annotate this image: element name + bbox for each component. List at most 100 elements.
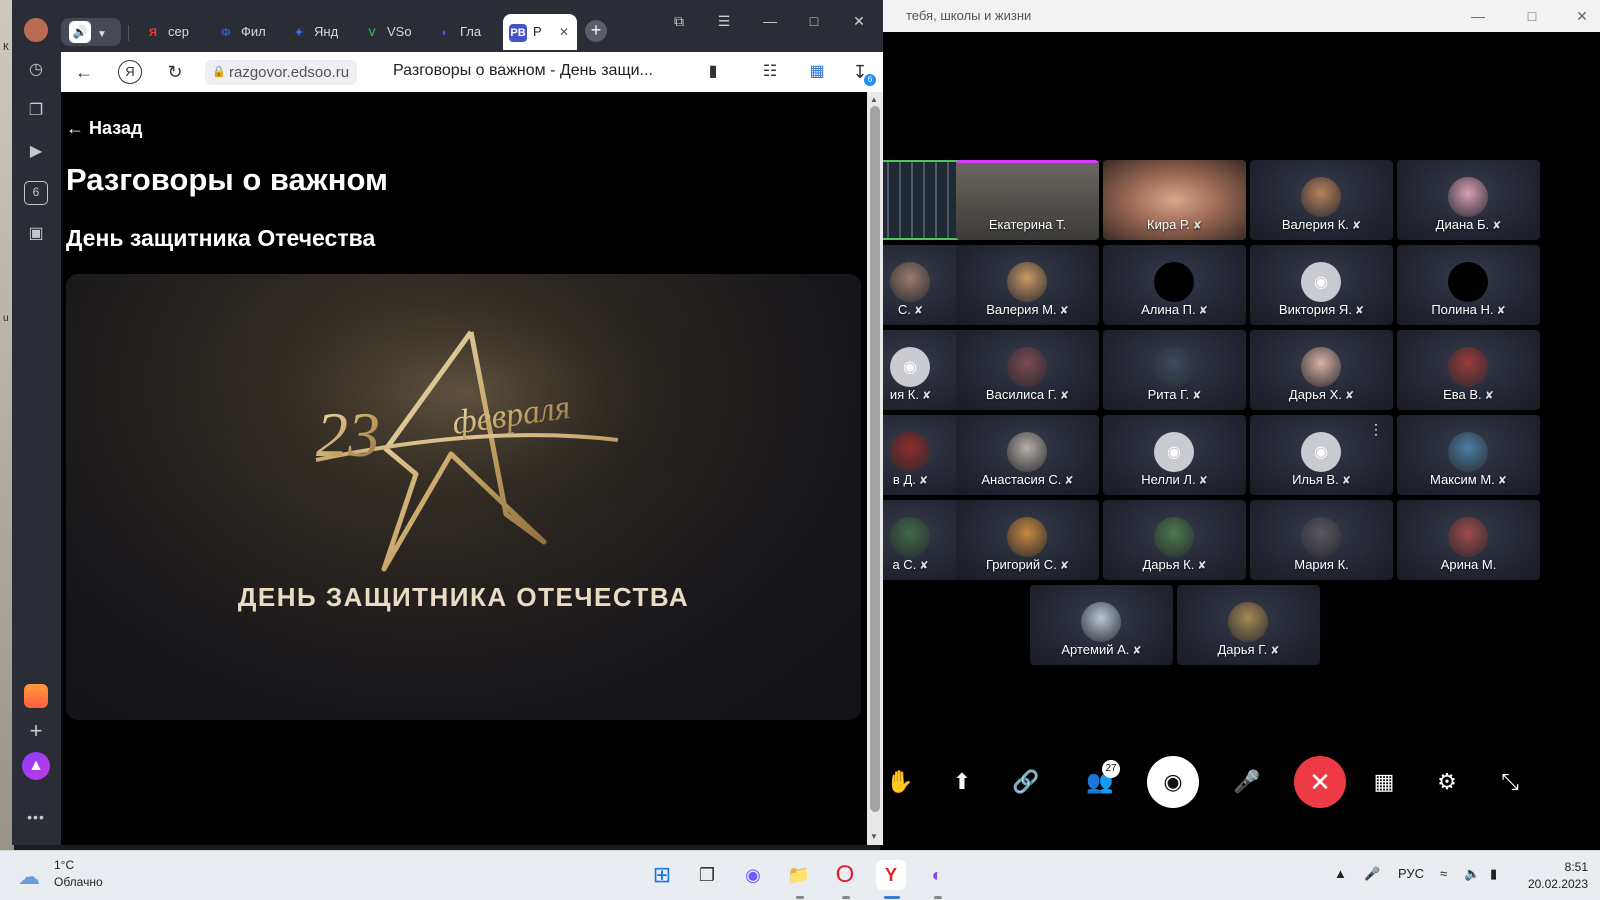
file-explorer-icon[interactable]: 📁 — [784, 860, 814, 890]
browser-tab[interactable]: РВ Р ✕ — [503, 14, 577, 50]
mic-off-icon: ✘ — [913, 305, 924, 317]
alice-assistant-icon[interactable]: ▲ — [22, 752, 50, 780]
tabs-overview-icon[interactable]: ⧉ — [668, 10, 690, 32]
participants-button[interactable]: 👥 27 — [1074, 756, 1126, 808]
browser-tab[interactable]: Ясер — [138, 14, 210, 50]
minimize-icon[interactable]: — — [759, 10, 781, 32]
invite-link-button[interactable]: 🔗 — [1000, 756, 1052, 808]
participant-tile[interactable]: Ева В. ✘ — [1397, 330, 1540, 410]
browser-tab[interactable]: V VSo — [357, 14, 429, 50]
audio-controls[interactable]: 🔊 ▼ — [61, 18, 121, 46]
participant-tile[interactable]: Виктория Я.✘ — [1250, 245, 1393, 325]
scroll-down-icon[interactable]: ▼ — [870, 832, 878, 841]
participant-tile[interactable]: Валерия К. ✘ — [1250, 160, 1393, 240]
bookmark-icon[interactable]: ▮ — [701, 60, 725, 84]
camera-toggle-button[interactable]: ◉ — [1147, 756, 1199, 808]
menu-icon[interactable]: ☰ — [713, 10, 735, 32]
participant-name-text: Илья В. — [1292, 472, 1339, 487]
page-scrollbar[interactable]: ▲ ▼ — [867, 92, 883, 845]
share-screen-button[interactable]: ⬆ — [936, 756, 988, 808]
back-link[interactable]: ← Назад — [66, 118, 142, 139]
tabs-counter-icon[interactable]: 6 — [24, 181, 48, 205]
participant-tile[interactable]: Полина Н. ✘ — [1397, 245, 1540, 325]
extension-icon[interactable]: ▦ — [805, 60, 829, 84]
video-icon[interactable]: ▶ — [24, 140, 48, 164]
browser-sidebar: ◷ ❐ ▶ 6 ▣ + ▲ ••• — [12, 0, 61, 845]
back-arrow-icon[interactable]: ← — [72, 60, 96, 84]
new-tab-button[interactable]: + — [585, 20, 607, 42]
hang-up-button[interactable]: ✕ — [1294, 756, 1346, 808]
minimize-icon[interactable]: — — [1468, 6, 1488, 26]
hand-icon: ✋ — [886, 769, 914, 794]
participant-tile[interactable]: Василиса Г. ✘ — [956, 330, 1099, 410]
fullscreen-button[interactable]: ⤡ — [1484, 756, 1536, 808]
participant-tile[interactable]: Григорий С. ✘ — [956, 500, 1099, 580]
browser-tab[interactable]: Ф Фил — [211, 14, 283, 50]
participant-name-text: С. — [897, 302, 911, 317]
tab-label: сер — [168, 24, 189, 39]
scrollbar-thumb[interactable] — [870, 106, 880, 812]
avatar — [1448, 262, 1488, 302]
maximize-icon[interactable]: □ — [1522, 6, 1542, 26]
event-banner[interactable]: 23 февраля ДЕНЬ ЗАЩИТНИКА ОТЕЧЕСТВА — [66, 274, 861, 720]
history-icon[interactable]: ◷ — [24, 58, 48, 82]
participant-name-text: Артемий А. — [1061, 642, 1130, 657]
profile-avatar[interactable] — [24, 18, 48, 42]
participant-name-text: Григорий С. — [985, 557, 1057, 572]
task-view-icon[interactable]: ❐ — [692, 860, 722, 890]
close-icon[interactable]: ✕ — [848, 10, 870, 32]
opera-icon[interactable]: O — [830, 860, 860, 890]
mic-off-icon: ✘ — [1198, 475, 1208, 487]
participant-name: Алина П. ✘ — [1103, 302, 1246, 317]
wifi-icon[interactable]: ≈ — [1440, 866, 1447, 881]
browser-tab[interactable]: ◐ Гла — [430, 14, 502, 50]
participant-tile[interactable]: Екатерина Т. — [956, 160, 1099, 240]
language-indicator[interactable]: РУС — [1398, 866, 1424, 881]
participant-tile[interactable]: Арина М. — [1397, 500, 1540, 580]
screenshot-icon[interactable]: ▣ — [24, 222, 48, 246]
participant-name: Ева В. ✘ — [1397, 387, 1540, 402]
battery-icon[interactable]: ▮ — [1490, 866, 1497, 882]
browser-tab[interactable]: ✦ Янд — [284, 14, 356, 50]
participant-tile[interactable]: Валерия М. ✘ — [956, 245, 1099, 325]
globe-app-icon[interactable]: ◐ — [922, 860, 952, 890]
mail-icon[interactable] — [24, 684, 48, 708]
participant-tile[interactable]: Максим М. ✘ — [1397, 415, 1540, 495]
address-page-title[interactable]: Разговоры о важном - День защи... — [393, 62, 653, 80]
layout-button[interactable]: ▦ — [1358, 756, 1410, 808]
reload-icon[interactable]: ↻ — [163, 60, 187, 84]
participant-tile[interactable]: Рита Г. ✘ — [1103, 330, 1246, 410]
participant-tile[interactable]: Дарья Г. ✘ — [1177, 585, 1320, 665]
participant-tile[interactable]: Диана Б. ✘ — [1397, 160, 1540, 240]
url-text: razgovor.edsoo.ru — [229, 64, 350, 81]
participant-tile[interactable]: Илья В.✘ ⋮ — [1250, 415, 1393, 495]
participant-tile[interactable]: Дарья Х. ✘ — [1250, 330, 1393, 410]
tray-mic-icon[interactable]: 🎤 — [1364, 866, 1380, 882]
settings-button[interactable]: ⚙ — [1421, 756, 1473, 808]
participant-tile[interactable]: Кира Р. ✘ — [1103, 160, 1246, 240]
tab-close-icon[interactable]: ✕ — [559, 14, 569, 50]
clock[interactable]: 8:51 20.02.2023 — [1524, 859, 1588, 893]
tray-chevron-up-icon[interactable]: ▲ — [1334, 866, 1347, 881]
reader-icon[interactable]: ☷ — [758, 60, 782, 84]
participant-tile[interactable]: Анастасия С. ✘ — [956, 415, 1099, 495]
participant-tile[interactable]: Артемий А. ✘ — [1030, 585, 1173, 665]
yandex-browser-icon[interactable]: Y — [876, 860, 906, 890]
participant-tile[interactable]: Мария К. — [1250, 500, 1393, 580]
volume-icon[interactable]: 🔈 — [1464, 866, 1480, 882]
microphone-button[interactable]: 🎤 — [1221, 756, 1273, 808]
scroll-up-icon[interactable]: ▲ — [870, 95, 878, 104]
more-icon[interactable]: ••• — [24, 805, 48, 829]
tile-menu-icon[interactable]: ⋮ — [1369, 421, 1383, 438]
collections-icon[interactable]: ❐ — [24, 99, 48, 123]
maximize-icon[interactable]: □ — [803, 10, 825, 32]
participant-tile[interactable]: Алина П. ✘ — [1103, 245, 1246, 325]
close-icon[interactable]: ✕ — [1572, 6, 1592, 26]
yandex-logo-icon[interactable]: Я — [118, 60, 142, 84]
participant-tile[interactable]: Дарья К. ✘ — [1103, 500, 1246, 580]
participant-tile[interactable]: Нелли Л.✘ — [1103, 415, 1246, 495]
start-icon[interactable]: ⊞ — [647, 860, 677, 890]
add-panel-icon[interactable]: + — [24, 719, 48, 743]
chat-icon[interactable]: ◉ — [738, 860, 768, 890]
url-field[interactable]: 🔒 razgovor.edsoo.ru — [205, 60, 358, 85]
